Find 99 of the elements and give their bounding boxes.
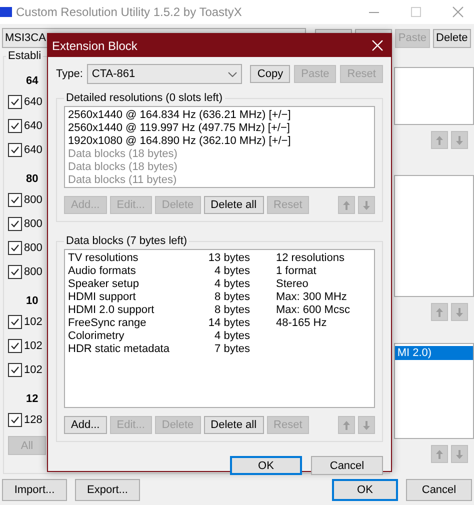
down-arrow-icon bbox=[456, 308, 463, 316]
list-box[interactable] bbox=[394, 67, 474, 125]
window-title: Custom Resolution Utility 1.5.2 by ToastyX bbox=[16, 5, 243, 19]
block-info: Max: 600 Mcsc bbox=[276, 304, 351, 317]
checkbox[interactable] bbox=[8, 143, 22, 157]
list-item[interactable]: 2560x1440 @ 164.834 Hz (636.21 MHz) [+/−] bbox=[68, 109, 371, 122]
group-heading: 80 bbox=[26, 172, 38, 187]
block-info: 1 format bbox=[276, 265, 318, 278]
checkmark-icon bbox=[10, 145, 20, 155]
checkmark-icon bbox=[10, 97, 20, 107]
dropdown-caret-icon bbox=[228, 72, 238, 76]
down-arrow-icon bbox=[363, 200, 370, 210]
group-heading: 10 bbox=[26, 294, 38, 309]
checkbox[interactable] bbox=[8, 217, 22, 231]
checkmark-icon bbox=[10, 195, 20, 205]
type-dropdown[interactable]: CTA-861 bbox=[86, 64, 242, 84]
checkbox-label: 800 bbox=[24, 218, 42, 230]
checkmark-icon bbox=[10, 341, 20, 351]
up-arrow-icon bbox=[436, 136, 443, 144]
block-name: Colorimetry bbox=[68, 330, 126, 343]
checkmark-icon bbox=[10, 219, 20, 229]
checkbox[interactable] bbox=[8, 241, 22, 255]
block-size: 13 bytes bbox=[207, 252, 250, 265]
group-title: Detailed resolutions (0 slots left) bbox=[64, 92, 225, 104]
data-block-list[interactable] bbox=[64, 249, 375, 408]
block-size: 14 bytes bbox=[207, 317, 250, 330]
checkbox[interactable] bbox=[8, 363, 22, 377]
down-arrow-icon bbox=[456, 136, 463, 144]
checkbox[interactable] bbox=[8, 265, 22, 279]
checkbox-label: 102 bbox=[24, 364, 42, 376]
block-size: 4 bytes bbox=[214, 330, 250, 343]
button[interactable]: Cancel bbox=[311, 456, 383, 475]
block-size: 7 bytes bbox=[214, 343, 250, 356]
checkbox[interactable] bbox=[8, 315, 22, 329]
button[interactable]: Copy bbox=[250, 65, 290, 83]
block-size: 8 bytes bbox=[214, 304, 250, 317]
extension-list[interactable]: MI 2.0) bbox=[394, 343, 474, 439]
up-arrow-icon bbox=[343, 420, 350, 430]
button[interactable]: OK bbox=[332, 479, 398, 501]
block-size: 4 bytes bbox=[214, 278, 250, 291]
checkbox[interactable] bbox=[8, 413, 22, 427]
checkbox-label: 800 bbox=[24, 194, 42, 206]
list-item[interactable]: MI 2.0) bbox=[395, 346, 473, 360]
button[interactable]: Export... bbox=[75, 479, 140, 501]
checkbox[interactable] bbox=[8, 339, 22, 353]
checkbox[interactable] bbox=[8, 193, 22, 207]
checkbox[interactable] bbox=[8, 95, 22, 109]
button[interactable]: Cancel bbox=[406, 479, 472, 501]
checkbox-label: 102 bbox=[24, 340, 42, 352]
block-name: TV resolutions bbox=[68, 252, 140, 265]
checkbox-label: 640 bbox=[24, 96, 42, 108]
up-arrow-icon bbox=[436, 308, 443, 316]
checkbox[interactable] bbox=[8, 119, 22, 133]
checkmark-icon bbox=[10, 121, 20, 131]
checkbox-label: 102 bbox=[24, 316, 42, 328]
type-label: Type: bbox=[56, 68, 83, 80]
block-name: HDR static metadata bbox=[68, 343, 170, 356]
up-arrow-icon bbox=[436, 450, 443, 458]
checkbox-label: 128 bbox=[24, 414, 42, 426]
checkmark-icon bbox=[10, 243, 20, 253]
group-title: Establi bbox=[6, 50, 44, 62]
list-box[interactable] bbox=[394, 175, 474, 297]
list-item[interactable]: 1920x1080 @ 164.890 Hz (362.10 MHz) [+/−] bbox=[68, 135, 371, 148]
checkbox-label: 640 bbox=[24, 144, 42, 156]
checkmark-icon bbox=[10, 267, 20, 277]
button[interactable]: Delete all bbox=[204, 416, 264, 434]
block-info: 48-165 Hz bbox=[276, 317, 328, 330]
button[interactable]: Add... bbox=[64, 416, 107, 434]
button[interactable]: Delete all bbox=[204, 196, 264, 214]
group-title: Data blocks (7 bytes left) bbox=[64, 235, 190, 247]
checkmark-icon bbox=[10, 317, 20, 327]
checkbox-label: 640 bbox=[24, 120, 42, 132]
group-heading: 64 bbox=[26, 74, 38, 89]
block-info: 12 resolutions bbox=[276, 252, 346, 265]
toolbar-button[interactable]: Delete bbox=[433, 28, 471, 48]
checkbox-label: 800 bbox=[24, 266, 42, 278]
block-info: Max: 300 MHz bbox=[276, 291, 348, 304]
resolution-list[interactable]: 2560x1440 @ 164.834 Hz (636.21 MHz) [+/−] 2560x1440 @ 119.997 Hz (497.75 MHz) [+/−] 1920x1080 @ 164.890 Hz (362.10 MHz) [+/−] Data blocks (18 bytes) Data blocks (18 bytes) Data blocks (11 bytes) bbox=[64, 106, 375, 188]
block-name: FreeSync range bbox=[68, 317, 148, 330]
down-arrow-icon bbox=[363, 420, 370, 430]
block-size: 8 bytes bbox=[214, 291, 250, 304]
down-arrow-icon bbox=[456, 450, 463, 458]
button[interactable]: Import... bbox=[2, 479, 67, 501]
block-name: Speaker setup bbox=[68, 278, 140, 291]
list-item[interactable]: 2560x1440 @ 119.997 Hz (497.75 MHz) [+/−] bbox=[68, 122, 371, 135]
block-info: Stereo bbox=[276, 278, 310, 291]
dialog-title: Extension Block bbox=[52, 38, 138, 52]
maximize-icon[interactable] bbox=[410, 6, 422, 18]
block-name: Audio formats bbox=[68, 265, 137, 278]
block-name: HDMI support bbox=[68, 291, 137, 304]
block-size: 4 bytes bbox=[214, 265, 250, 278]
group-heading: 12 bbox=[26, 392, 38, 407]
checkmark-icon bbox=[10, 365, 20, 375]
app-icon bbox=[0, 6, 12, 18]
button[interactable]: OK bbox=[230, 456, 302, 475]
checkbox-label: 800 bbox=[24, 242, 42, 254]
block-name: HDMI 2.0 support bbox=[68, 304, 156, 317]
checkmark-icon bbox=[10, 415, 20, 425]
up-arrow-icon bbox=[343, 200, 350, 210]
